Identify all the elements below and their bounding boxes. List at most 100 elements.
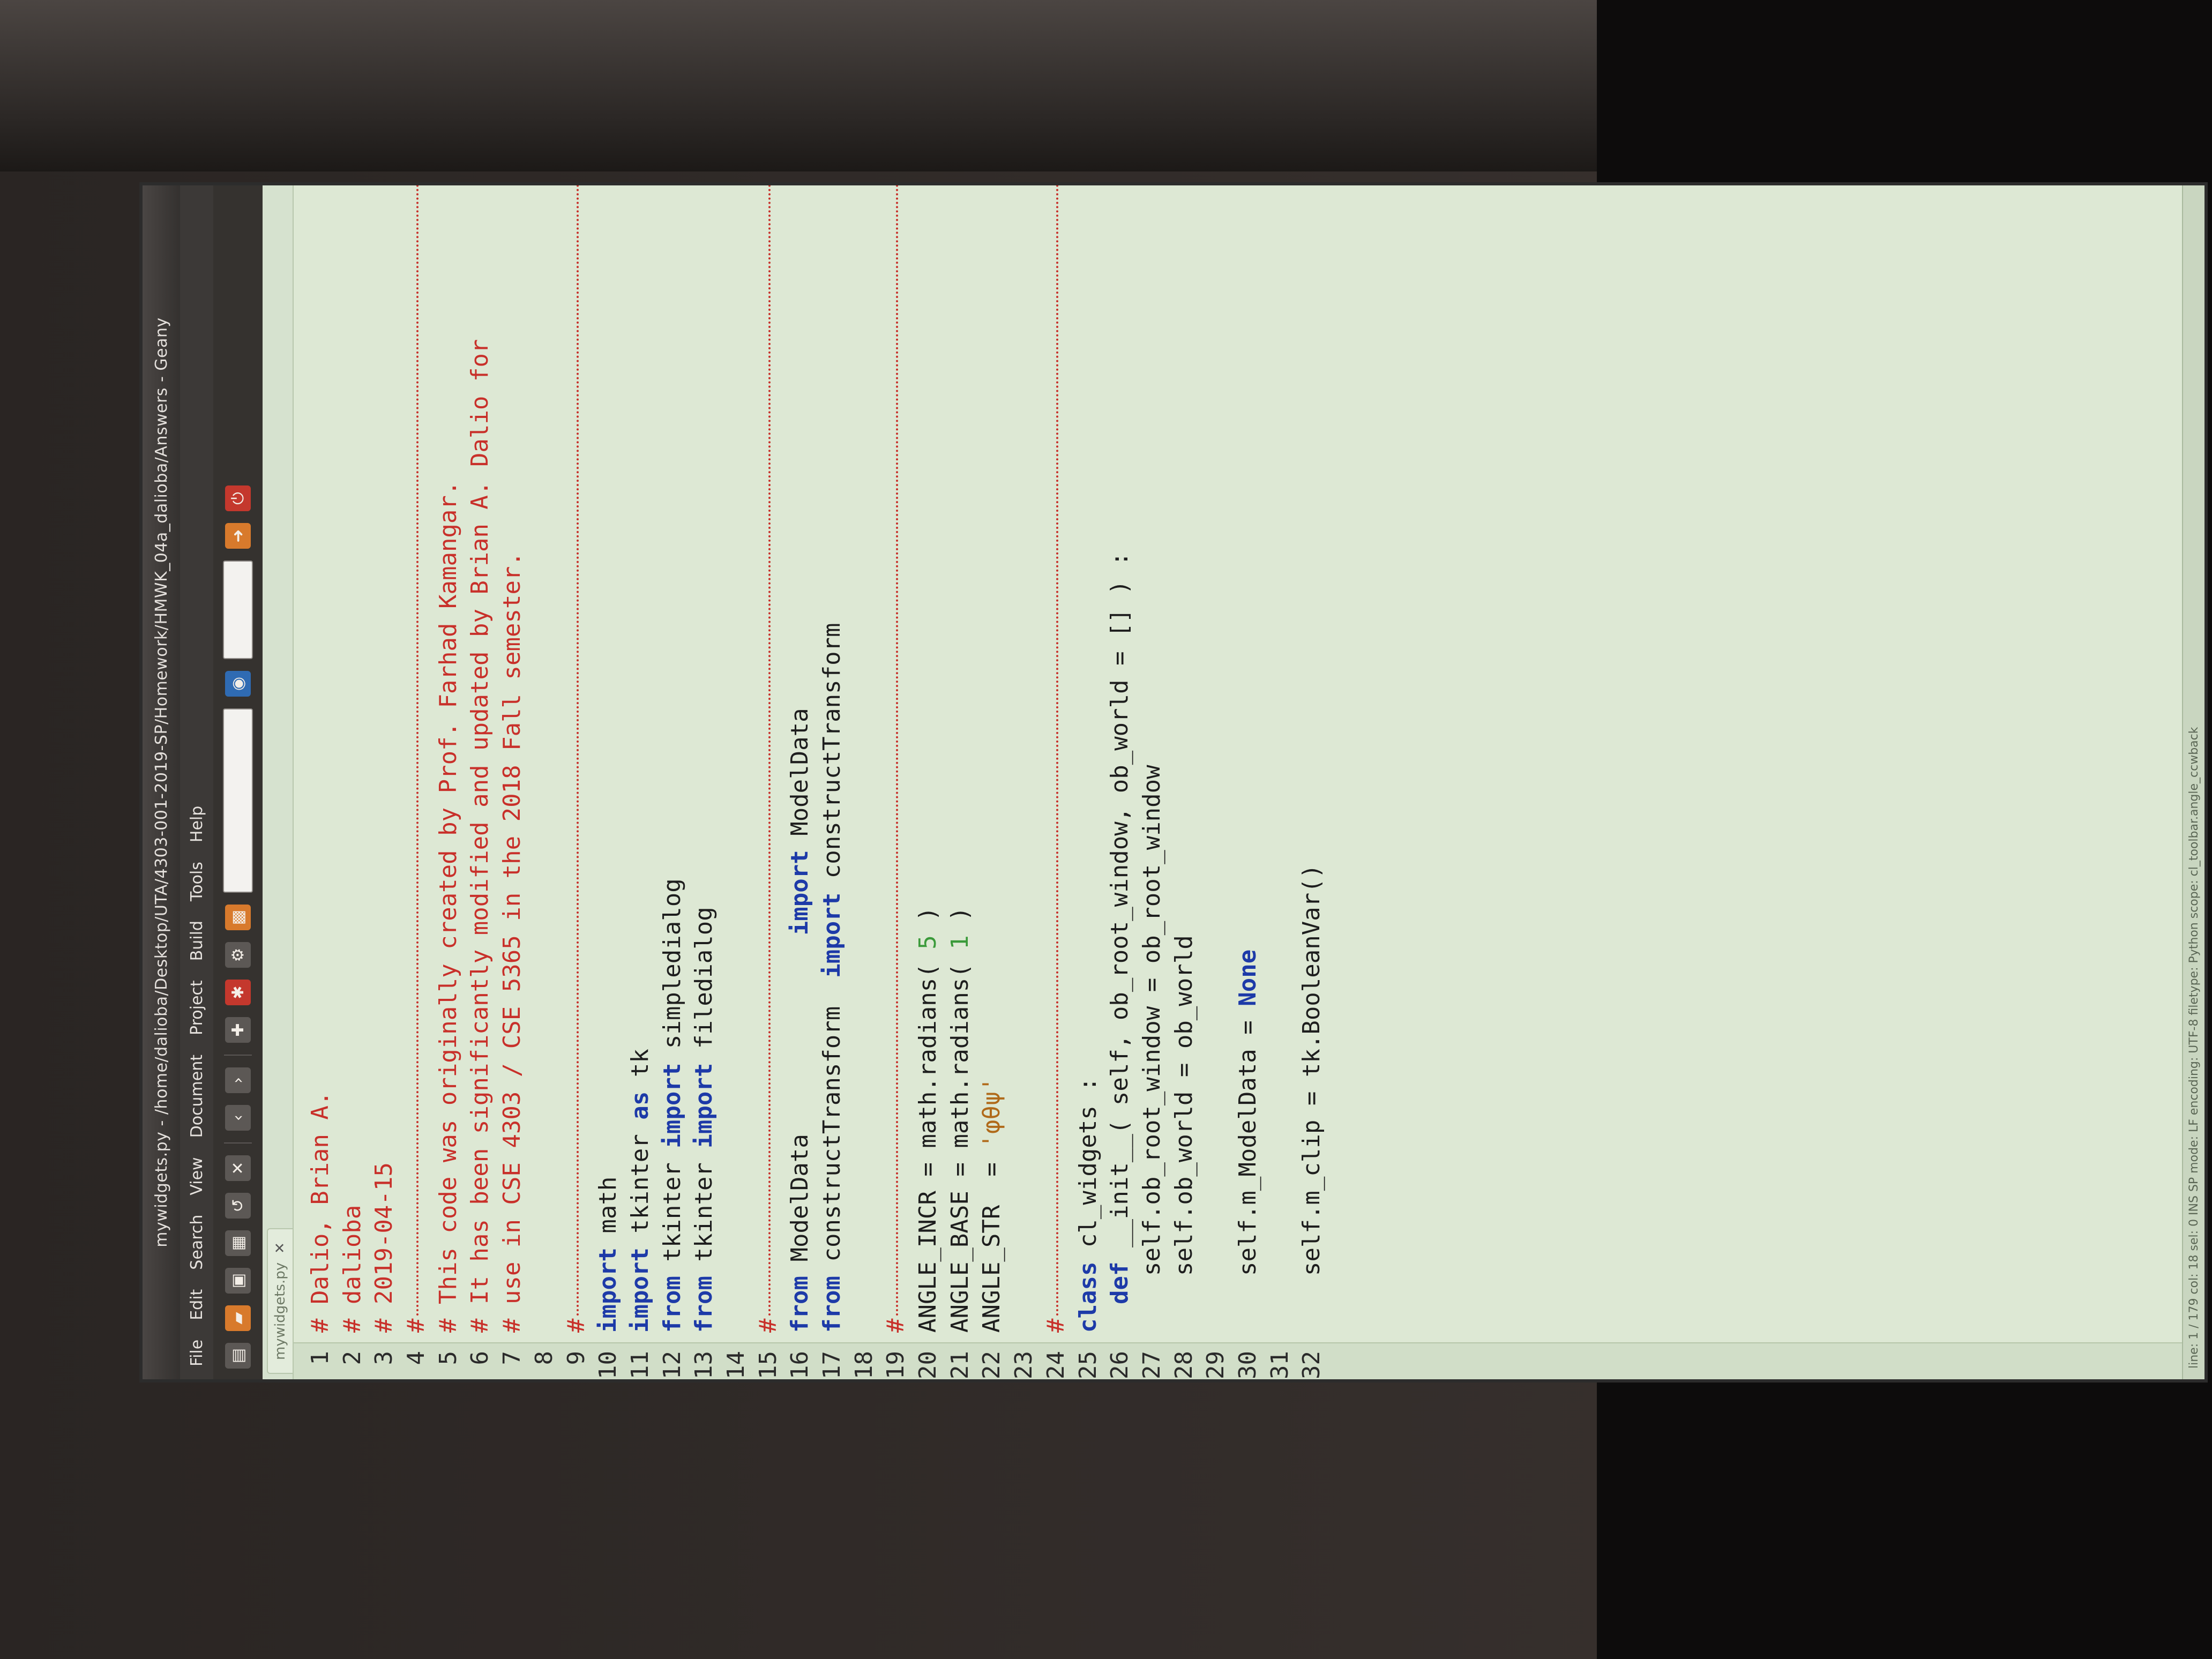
search-icon[interactable]: ◉ [225, 671, 251, 697]
code-line[interactable] [720, 182, 752, 1333]
line-number: 26 [1106, 1351, 1134, 1379]
line-number: 2 [338, 1351, 366, 1365]
constant-token: None [1234, 949, 1261, 1006]
code-line[interactable]: # dalioba [337, 182, 369, 1333]
line-number: 3 [370, 1351, 398, 1365]
code-editor[interactable]: 1 2 3 4 5 6 7 8 9 10 11 12 13 14 15 16 17 18 19 20 21 22 23 24 2… [294, 182, 2183, 1379]
line-number: 13 [690, 1351, 718, 1379]
close-tab-icon[interactable]: ✕ [272, 1242, 288, 1254]
code-token: = [1106, 651, 1134, 666]
code-line[interactable]: import tkinter as tk [624, 182, 656, 1333]
code-text[interactable]: # Dalio, Brian A. # dalioba # 2019-04-15 # #… [294, 182, 2183, 1342]
code-line[interactable]: # 2019-04-15 [368, 182, 400, 1333]
menu-project[interactable]: Project [188, 980, 206, 1035]
menu-file[interactable]: File [188, 1340, 206, 1366]
goto-line-input[interactable] [223, 561, 253, 659]
code-line[interactable]: from tkinter import filedialog [688, 182, 720, 1333]
code-line[interactable]: # It has been significantly modified and… [464, 182, 496, 1333]
code-line[interactable]: self.m_clip = tk.BooleanVar() [1296, 182, 1328, 1333]
color-chooser-icon[interactable]: ▩ [225, 905, 251, 930]
code-token: ANGLE_BASE [946, 1191, 974, 1333]
code-line[interactable]: ANGLE_INCR = math.radians( 5 ) [912, 182, 944, 1333]
code-line[interactable]: ANGLE_BASE = math.radians( 1 ) [944, 182, 976, 1333]
code-line[interactable]: self.ob_root_window = ob_root_window [1136, 182, 1168, 1333]
build-icon[interactable]: ✱ [225, 980, 251, 1005]
code-line[interactable] [1264, 182, 1296, 1333]
code-token: math.radians [914, 977, 942, 1148]
code-line[interactable]: # This code was originally created by Pr… [432, 182, 465, 1333]
save-all-icon[interactable]: ▦ [225, 1230, 251, 1256]
code-line[interactable]: class cl_widgets : [1072, 182, 1104, 1333]
line-number: 17 [818, 1351, 846, 1379]
code-line[interactable] [528, 182, 561, 1333]
code-line[interactable]: self.ob_world = ob_world [1168, 182, 1200, 1333]
line-number: 20 [914, 1351, 942, 1379]
tab-mywidgets[interactable]: mywidgets.py ✕ [267, 1228, 293, 1374]
execute-icon[interactable]: ⚙ [225, 942, 251, 968]
goto-line-icon[interactable]: ➜ [225, 523, 251, 549]
window-titlebar[interactable]: mywidgets.py - /home/dalioba/Desktop/UTA… [143, 185, 180, 1379]
code-line[interactable]: # [400, 182, 432, 1333]
code-line[interactable] [1008, 182, 1040, 1333]
keyword-token: def [1106, 1261, 1134, 1305]
open-file-icon[interactable]: ▰ [225, 1305, 251, 1331]
close-file-icon[interactable]: ✕ [225, 1155, 251, 1181]
search-input[interactable] [223, 708, 253, 893]
revert-icon[interactable]: ↺ [225, 1193, 251, 1219]
code-line[interactable]: from tkinter import simpledialog [656, 182, 689, 1333]
save-icon[interactable]: ▣ [225, 1268, 251, 1294]
code-statement: from tkinter import simpledialog [659, 878, 686, 1333]
compile-icon[interactable]: ✚ [225, 1017, 251, 1043]
quit-icon[interactable]: ⏻ [225, 485, 251, 511]
code-statement: import tkinter as tk [626, 1049, 654, 1333]
code-line[interactable]: import math [592, 182, 624, 1333]
code-line[interactable]: # Dalio, Brian A. [304, 182, 337, 1333]
code-line[interactable]: ANGLE_STR = 'φθψ' [976, 182, 1008, 1333]
line-number: 32 [1298, 1351, 1326, 1379]
code-line[interactable]: # [561, 182, 593, 1333]
code-line[interactable]: from constructTransform import construct… [816, 182, 848, 1333]
new-file-icon[interactable]: ▤ [225, 1343, 251, 1369]
code-line[interactable]: # [1040, 182, 1072, 1333]
code-token: tkinter [626, 1134, 654, 1234]
menu-build[interactable]: Build [188, 921, 206, 961]
code-token: ANGLE_INCR [914, 1191, 942, 1333]
menu-view[interactable]: View [188, 1157, 206, 1195]
menu-tools[interactable]: Tools [188, 862, 206, 901]
code-token: tkinter [690, 1162, 718, 1262]
code-token: constructTransform [818, 1006, 846, 1262]
separator-dotted-line [416, 182, 419, 1316]
code-line[interactable]: # [752, 182, 784, 1333]
code-line[interactable]: # use in CSE 4303 / CSE 5365 in the 2018… [496, 182, 528, 1333]
separator-comment: # [882, 1318, 910, 1333]
code-statement: self.ob_root_window = ob_root_window [1138, 765, 1165, 1333]
comment-text: # This code was originally created by Pr… [434, 481, 462, 1333]
menu-bar: File Edit Search View Document Project B… [180, 185, 213, 1379]
code-line[interactable] [848, 182, 880, 1333]
undo-icon[interactable]: ‹ [225, 1105, 251, 1131]
code-line[interactable] [1200, 182, 1232, 1333]
separator-comment: # [754, 1318, 782, 1333]
menu-document[interactable]: Document [188, 1055, 206, 1138]
code-line[interactable]: self.m_ModelData = None [1232, 182, 1264, 1333]
menu-edit[interactable]: Edit [188, 1289, 206, 1320]
menu-search[interactable]: Search [188, 1215, 206, 1270]
code-line[interactable]: from ModelData import ModelData [784, 182, 816, 1333]
code-token: ob_root_window [1106, 821, 1134, 1021]
menu-help[interactable]: Help [188, 806, 206, 842]
status-text: line: 1 / 179 col: 18 sel: 0 INS SP mode… [2187, 727, 2201, 1369]
code-line[interactable]: def __init__( self, ob_root_window, ob_w… [1104, 182, 1136, 1333]
keyword-token: from [690, 1276, 718, 1333]
redo-icon[interactable]: › [225, 1067, 251, 1093]
code-line[interactable]: # [880, 182, 912, 1333]
